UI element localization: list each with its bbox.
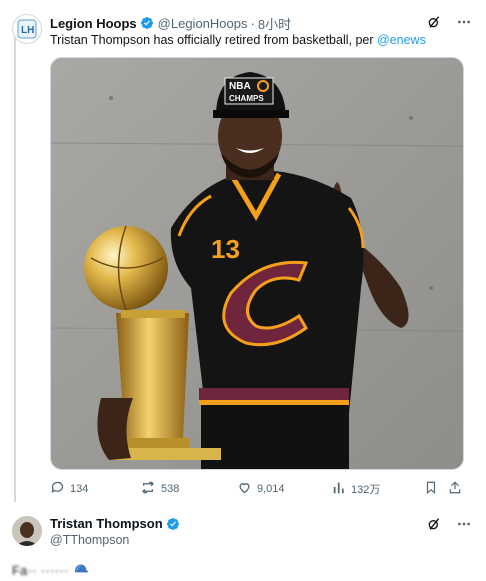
- verified-badge-icon: [140, 16, 154, 30]
- tweet-actions: 134 538 9,014 132万: [50, 480, 464, 498]
- author-handle[interactable]: @LegionHoops: [158, 16, 248, 31]
- like-icon: [237, 480, 252, 498]
- tweet-text-body: Tristan Thompson has officially retired …: [50, 33, 377, 47]
- reply-tweet[interactable]: Tristan Thompson @TThompson Fa·· ······: [0, 508, 486, 581]
- mention-link[interactable]: @enews: [377, 33, 426, 47]
- bookmark-icon: [424, 480, 438, 498]
- tristan-thompson-avatar[interactable]: [12, 516, 42, 546]
- reply-button[interactable]: 134: [50, 480, 88, 498]
- retweet-count: 538: [161, 483, 180, 495]
- cap-text-top: NBA: [229, 81, 251, 92]
- cap-text-bottom: CHAMPS: [229, 94, 264, 103]
- separator-dot: ·: [250, 15, 255, 31]
- author-name[interactable]: Legion Hoops: [50, 16, 137, 31]
- cap-emoji-icon: [73, 562, 89, 579]
- legion-hoops-avatar[interactable]: LH: [12, 14, 42, 44]
- reply-author-handle[interactable]: @TThompson: [50, 533, 129, 547]
- views-button[interactable]: 132万: [332, 480, 380, 498]
- more-icon[interactable]: [456, 14, 472, 33]
- like-count: 9,014: [257, 483, 285, 495]
- reply-text: Fa·· ······: [12, 562, 89, 579]
- share-button[interactable]: [448, 480, 462, 498]
- tweet-time[interactable]: 8小时: [258, 14, 291, 33]
- grok-icon[interactable]: [426, 14, 442, 33]
- legion-hoops-logo-icon: LH: [17, 19, 37, 39]
- tristan-thompson-trophy-photo: 13 NBA CHAMPS: [51, 58, 463, 469]
- retweet-button[interactable]: 538: [140, 480, 179, 498]
- reply-count: 134: [70, 483, 89, 495]
- tweet-photo[interactable]: 13 NBA CHAMPS: [50, 57, 464, 470]
- grok-icon[interactable]: [426, 516, 442, 537]
- reply-author-name[interactable]: Tristan Thompson: [50, 516, 163, 531]
- reply-icon: [50, 480, 65, 498]
- verified-badge-icon: [166, 517, 180, 531]
- share-icon: [448, 480, 462, 498]
- retweet-icon: [140, 480, 156, 498]
- svg-text:LH: LH: [21, 25, 34, 36]
- reply-text-body: Fa·· ······: [12, 563, 69, 578]
- thread-line: [14, 32, 16, 502]
- reply-author-name-row: Tristan Thompson: [50, 516, 184, 531]
- tweet-header: Legion Hoops @LegionHoops · 8小时: [50, 14, 472, 32]
- bookmark-button[interactable]: [424, 480, 438, 498]
- tweet-text: Tristan Thompson has officially retired …: [50, 33, 426, 47]
- views-icon: [332, 481, 346, 498]
- like-button[interactable]: 9,014: [237, 480, 285, 498]
- more-icon[interactable]: [456, 516, 472, 537]
- views-count: 132万: [351, 484, 381, 496]
- jersey-number: 13: [211, 234, 240, 264]
